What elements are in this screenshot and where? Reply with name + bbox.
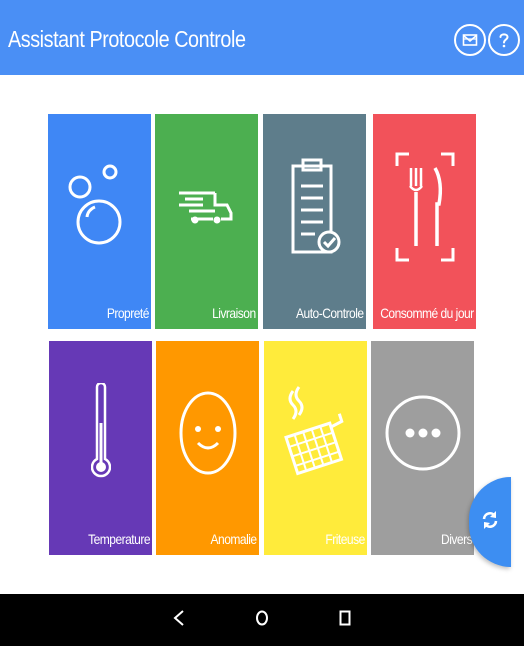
bubbles-icon bbox=[48, 114, 151, 299]
tile-divers[interactable]: Divers bbox=[371, 341, 474, 555]
fryer-basket-icon bbox=[264, 341, 367, 525]
tile-label: Propreté bbox=[106, 305, 150, 321]
fork-knife-icon bbox=[373, 114, 476, 299]
system-navigation-bar bbox=[0, 594, 524, 646]
nav-recents-button[interactable] bbox=[333, 608, 357, 632]
tile-friteuse[interactable]: Friteuse bbox=[264, 341, 367, 555]
tile-temperature[interactable]: Temperature bbox=[49, 341, 152, 555]
tile-proprete[interactable]: Propreté bbox=[48, 114, 151, 329]
smiley-face-icon bbox=[156, 341, 259, 525]
help-button[interactable] bbox=[488, 24, 520, 56]
home-icon bbox=[255, 610, 269, 631]
tile-label: Auto-Controle bbox=[296, 305, 364, 321]
delivery-truck-icon bbox=[155, 114, 258, 299]
refresh-button[interactable] bbox=[469, 477, 511, 567]
recents-icon bbox=[339, 610, 351, 631]
tile-label: Consommé du jour bbox=[380, 305, 475, 321]
more-dots-icon bbox=[371, 341, 474, 525]
tile-label: Livraison bbox=[212, 305, 256, 321]
tile-livraison[interactable]: Livraison bbox=[155, 114, 258, 329]
mail-button[interactable] bbox=[454, 24, 486, 56]
mail-icon bbox=[462, 32, 478, 48]
tile-label: Anomalie bbox=[210, 531, 258, 547]
app-title: Assistant Protocole Controle bbox=[8, 26, 246, 52]
thermometer-icon bbox=[49, 341, 152, 525]
tile-label: Divers bbox=[440, 531, 473, 547]
tile-anomalie[interactable]: Anomalie bbox=[156, 341, 259, 555]
tile-consomme-du-jour[interactable]: Consommé du jour bbox=[373, 114, 476, 329]
back-icon bbox=[173, 609, 185, 631]
nav-back-button[interactable] bbox=[167, 608, 191, 632]
tile-auto-controle[interactable]: Auto-Controle bbox=[263, 114, 366, 329]
checklist-clipboard-icon bbox=[263, 114, 366, 299]
nav-home-button[interactable] bbox=[250, 608, 274, 632]
tile-label: Friteuse bbox=[325, 531, 366, 547]
refresh-icon bbox=[481, 510, 499, 535]
tile-label: Temperature bbox=[88, 531, 150, 547]
help-icon bbox=[496, 31, 512, 49]
app-bar: Assistant Protocole Controle bbox=[0, 0, 524, 75]
